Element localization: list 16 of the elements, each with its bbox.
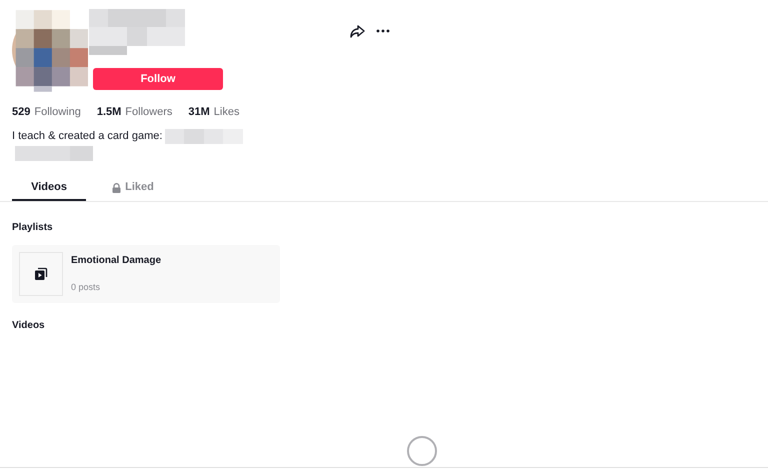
section-heading: Playlists	[11, 220, 54, 234]
lock-icon	[112, 182, 122, 192]
share-icon[interactable]	[350, 25, 365, 38]
profile-stat: 529 Following	[12, 105, 81, 120]
tab[interactable]: Videos	[12, 176, 86, 200]
bio-text: I teach & created a card game:	[12, 129, 162, 144]
loading-spinner	[406, 435, 438, 467]
section-heading: Videos	[11, 318, 46, 332]
more-icon[interactable]	[376, 29, 390, 33]
profile-stat: 1.5M Followers	[96, 105, 172, 120]
profile-stat: 31M Likes	[188, 105, 240, 120]
post-count: 0 posts	[71, 281, 102, 294]
playlist-title: Emotional Damage	[71, 254, 162, 268]
playlist-icon	[34, 266, 48, 280]
playlist-card[interactable]: Emotional Damage 0 posts	[12, 244, 280, 302]
follow-button[interactable]: Follow	[93, 68, 223, 90]
